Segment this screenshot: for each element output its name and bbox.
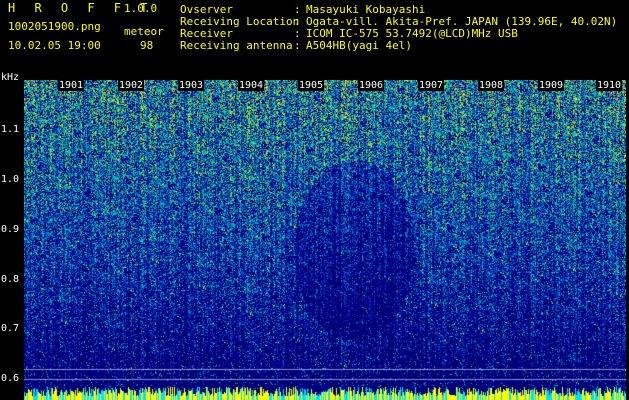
y-tick-0-8: 0.8 xyxy=(1,274,20,285)
time-label-1902: 1902 xyxy=(118,80,145,91)
time-label-1906: 1906 xyxy=(358,80,385,91)
time-label-1907: 1907 xyxy=(418,80,445,91)
time-label-1904: 1904 xyxy=(238,80,265,91)
time-label-1905: 1905 xyxy=(298,80,325,91)
time-label-1910: 1910 xyxy=(596,80,623,91)
time-label-1901: 1901 xyxy=(58,80,85,91)
y-tick-0-9: 0.9 xyxy=(1,224,20,235)
spectrogram-canvas xyxy=(24,80,626,400)
time-label-1909: 1909 xyxy=(538,80,565,91)
time-label-1908: 1908 xyxy=(478,80,505,91)
y-tick-1-1: 1.1 xyxy=(1,124,20,135)
time-label-1903: 1903 xyxy=(178,80,205,91)
spectrogram xyxy=(24,80,626,400)
meteor-count: 98 xyxy=(140,39,154,52)
y-axis-unit: kHz xyxy=(1,72,20,83)
antenna-label: Receiving antenna xyxy=(180,39,293,52)
y-tick-0-7: 0.7 xyxy=(1,323,20,334)
app-version: 1.0.0 xyxy=(124,2,158,15)
antenna-value: A504HB(yagi 4el) xyxy=(306,39,412,52)
timestamp: 10.02.05 19:00 xyxy=(8,39,101,52)
y-tick-1-0: 1.0 xyxy=(1,174,20,185)
y-tick-0-6: 0.6 xyxy=(1,373,20,384)
file-name: 1002051900.png xyxy=(8,20,101,33)
mode-label: meteor xyxy=(124,25,164,38)
antenna-colon: : xyxy=(294,39,301,52)
